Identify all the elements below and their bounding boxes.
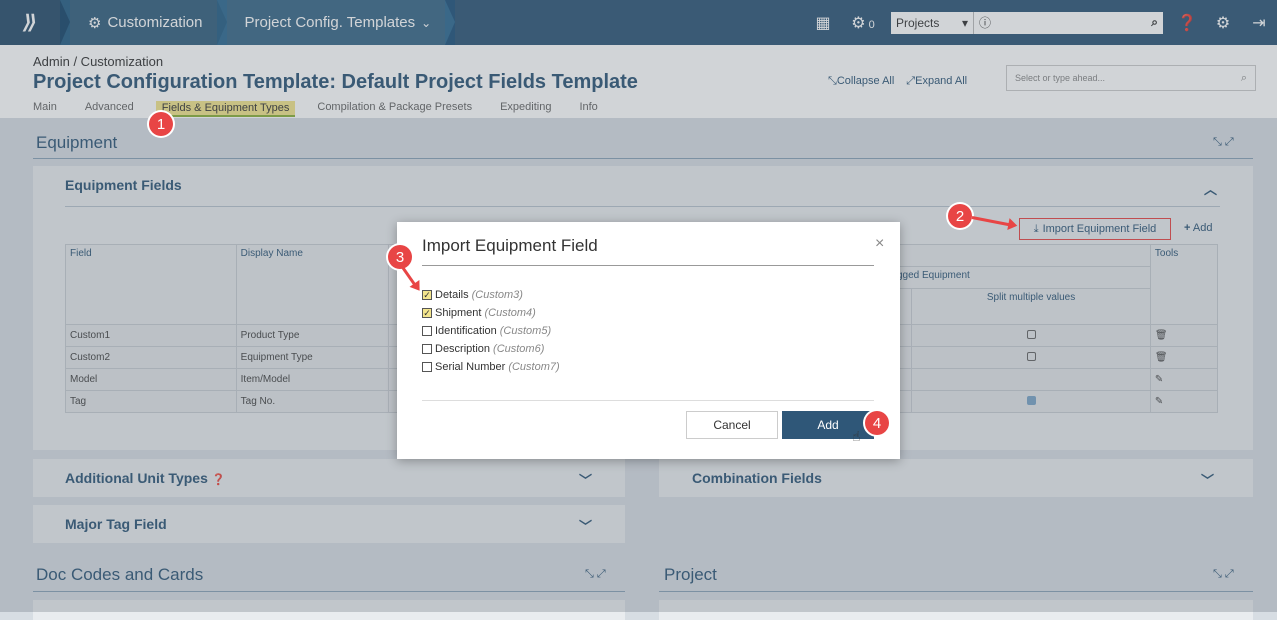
- callout-badge-1: 1: [149, 112, 173, 136]
- checkbox-checked[interactable]: ✓: [422, 290, 432, 300]
- option-description[interactable]: Description (Custom6): [422, 343, 544, 355]
- callout-badge-4: 4: [865, 411, 889, 435]
- option-label: Serial Number: [435, 361, 506, 373]
- callout-badge-3: 3: [388, 245, 412, 269]
- option-sublabel: (Custom7): [508, 361, 560, 373]
- option-label: Shipment: [435, 307, 482, 319]
- import-equipment-field-dialog: Import Equipment Field × ✓ Details (Cust…: [397, 222, 900, 459]
- nav-separator: [60, 0, 70, 45]
- checkbox[interactable]: [422, 344, 432, 354]
- option-label: Description: [435, 343, 491, 355]
- option-identification[interactable]: Identification (Custom5): [422, 325, 551, 337]
- nav-separator: [445, 0, 456, 45]
- checkbox-checked[interactable]: ✓: [422, 308, 432, 318]
- option-label: Identification: [435, 325, 497, 337]
- close-icon[interactable]: ×: [875, 235, 884, 253]
- option-serial-number[interactable]: Serial Number (Custom7): [422, 361, 560, 373]
- option-label: Details: [435, 289, 469, 301]
- hand-cursor-icon: ☝: [852, 428, 861, 444]
- option-sublabel: (Custom6): [493, 343, 545, 355]
- dialog-divider: [422, 265, 874, 266]
- cancel-button[interactable]: Cancel: [686, 411, 778, 439]
- dialog-footer-divider: [422, 400, 874, 401]
- option-sublabel: (Custom3): [471, 289, 523, 301]
- checkbox[interactable]: [422, 326, 432, 336]
- option-sublabel: (Custom4): [484, 307, 536, 319]
- dialog-title: Import Equipment Field: [422, 236, 598, 255]
- option-details[interactable]: ✓ Details (Custom3): [422, 289, 523, 301]
- callout-badge-2: 2: [948, 204, 972, 228]
- checkbox[interactable]: [422, 362, 432, 372]
- option-sublabel: (Custom5): [499, 325, 552, 337]
- nav-separator: [216, 0, 227, 45]
- option-shipment[interactable]: ✓ Shipment (Custom4): [422, 307, 536, 319]
